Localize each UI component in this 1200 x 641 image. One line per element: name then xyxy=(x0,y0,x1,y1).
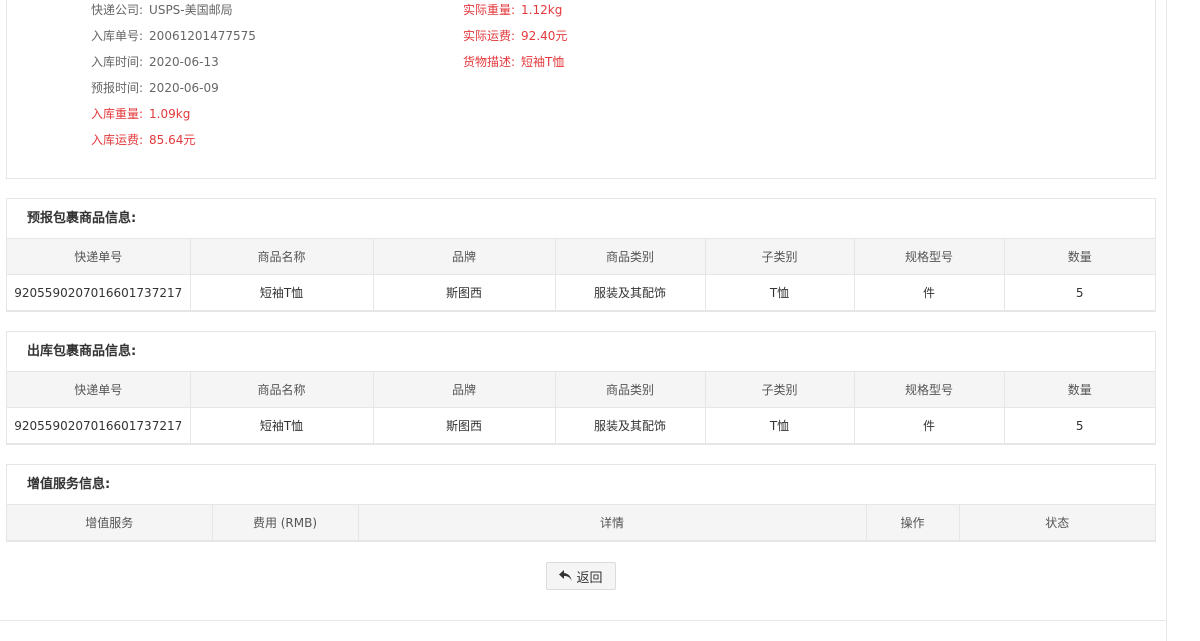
col-subcategory: 子类别 xyxy=(704,238,855,275)
info-label: 快递公司: xyxy=(91,3,144,17)
table-row: 9205590207016601737217 短袖T恤 斯图西 服装及其配饰 T… xyxy=(7,274,1155,311)
col-fee: 费用 (RMB) xyxy=(211,504,359,541)
cell-product-name: 短袖T恤 xyxy=(189,274,374,311)
info-value: 2020-06-13 xyxy=(149,55,219,69)
col-spec: 规格型号 xyxy=(853,371,1005,408)
value-added-title: 增值服务信息: xyxy=(27,477,111,492)
content-right-border xyxy=(1166,0,1167,641)
cell-spec: 件 xyxy=(853,274,1005,311)
info-label: 货物描述: xyxy=(463,55,516,69)
info-value: 1.12kg xyxy=(521,3,563,17)
cell-tracking-number: 9205590207016601737217 xyxy=(7,407,191,444)
col-brand: 品牌 xyxy=(372,238,556,275)
table-header-row: 快递单号 商品名称 品牌 商品类别 子类别 规格型号 数量 xyxy=(7,238,1155,275)
cell-spec: 件 xyxy=(853,407,1005,444)
info-actual-weight: 实际重量: 1.12kg xyxy=(463,2,562,18)
cell-tracking-number: 9205590207016601737217 xyxy=(7,274,191,311)
info-inbound-time: 入库时间: 2020-06-13 xyxy=(91,54,219,70)
info-label: 入库单号: xyxy=(91,29,144,43)
info-label: 预报时间: xyxy=(91,81,144,95)
table-header-row: 快递单号 商品名称 品牌 商品类别 子类别 规格型号 数量 xyxy=(7,371,1155,408)
col-quantity: 数量 xyxy=(1003,238,1155,275)
info-value: 92.40元 xyxy=(521,29,568,43)
outbound-items-panel: 出库包裹商品信息: 快递单号 商品名称 品牌 商品类别 子类别 规格型号 数量 … xyxy=(6,331,1156,445)
back-button-label: 返回 xyxy=(576,570,603,586)
shipment-info-panel: 快递公司: USPS-美国邮局 入库单号: 20061201477575 入库时间:… xyxy=(6,0,1156,179)
forecast-items-panel: 预报包裹商品信息: 快递单号 商品名称 品牌 商品类别 子类别 规格型号 数量 … xyxy=(6,198,1156,312)
page: 快递公司: USPS-美国邮局 入库单号: 20061201477575 入库时间:… xyxy=(0,0,1200,641)
col-brand: 品牌 xyxy=(372,371,556,408)
cell-category: 服装及其配饰 xyxy=(554,407,706,444)
outbound-items-title: 出库包裹商品信息: xyxy=(27,344,137,359)
info-inbound-number: 入库单号: 20061201477575 xyxy=(91,28,256,44)
cell-quantity: 5 xyxy=(1003,407,1155,444)
table-header-row: 增值服务 费用 (RMB) 详情 操作 状态 xyxy=(7,504,1155,541)
cell-brand: 斯图西 xyxy=(372,407,556,444)
cell-subcategory: T恤 xyxy=(704,407,855,444)
info-label: 实际重量: xyxy=(463,3,516,17)
col-status: 状态 xyxy=(958,504,1155,541)
info-label: 入库时间: xyxy=(91,55,144,69)
cell-product-name: 短袖T恤 xyxy=(189,407,374,444)
info-goods-description: 货物描述: 短袖T恤 xyxy=(463,54,564,70)
content-bottom-border xyxy=(0,620,1167,621)
col-details: 详情 xyxy=(357,504,867,541)
col-product-name: 商品名称 xyxy=(189,238,374,275)
cell-subcategory: T恤 xyxy=(704,274,855,311)
col-tracking-number: 快递单号 xyxy=(7,371,191,408)
back-button[interactable]: 返回 xyxy=(546,562,616,590)
info-value: 85.64元 xyxy=(149,133,196,147)
col-product-name: 商品名称 xyxy=(189,371,374,408)
info-inbound-weight: 入库重量: 1.09kg xyxy=(91,106,190,122)
col-operation: 操作 xyxy=(865,504,960,541)
col-quantity: 数量 xyxy=(1003,371,1155,408)
info-value: 2020-06-09 xyxy=(149,81,219,95)
col-spec: 规格型号 xyxy=(853,238,1005,275)
info-value: 20061201477575 xyxy=(149,29,256,43)
col-service: 增值服务 xyxy=(7,504,213,541)
info-actual-freight: 实际运费: 92.40元 xyxy=(463,28,567,44)
col-subcategory: 子类别 xyxy=(704,371,855,408)
forecast-items-title: 预报包裹商品信息: xyxy=(27,211,137,226)
cell-quantity: 5 xyxy=(1003,274,1155,311)
col-category: 商品类别 xyxy=(554,238,706,275)
info-express-company: 快递公司: USPS-美国邮局 xyxy=(91,2,233,18)
info-inbound-freight: 入库运费: 85.64元 xyxy=(91,132,195,148)
value-added-panel: 增值服务信息: 增值服务 费用 (RMB) 详情 操作 状态 xyxy=(6,464,1156,542)
value-added-table: 增值服务 费用 (RMB) 详情 操作 状态 xyxy=(7,504,1155,541)
info-value: 1.09kg xyxy=(149,107,191,121)
col-tracking-number: 快递单号 xyxy=(7,238,191,275)
info-value: USPS-美国邮局 xyxy=(149,3,233,17)
outbound-items-table: 快递单号 商品名称 品牌 商品类别 子类别 规格型号 数量 9205590207… xyxy=(7,371,1155,444)
reply-arrow-icon xyxy=(559,570,572,581)
info-label: 入库重量: xyxy=(91,107,144,121)
cell-brand: 斯图西 xyxy=(372,274,556,311)
table-row: 9205590207016601737217 短袖T恤 斯图西 服装及其配饰 T… xyxy=(7,407,1155,444)
info-value: 短袖T恤 xyxy=(521,55,565,69)
forecast-items-table: 快递单号 商品名称 品牌 商品类别 子类别 规格型号 数量 9205590207… xyxy=(7,238,1155,311)
info-label: 入库运费: xyxy=(91,133,144,147)
info-label: 实际运费: xyxy=(463,29,516,43)
col-category: 商品类别 xyxy=(554,371,706,408)
info-forecast-time: 预报时间: 2020-06-09 xyxy=(91,80,219,96)
cell-category: 服装及其配饰 xyxy=(554,274,706,311)
